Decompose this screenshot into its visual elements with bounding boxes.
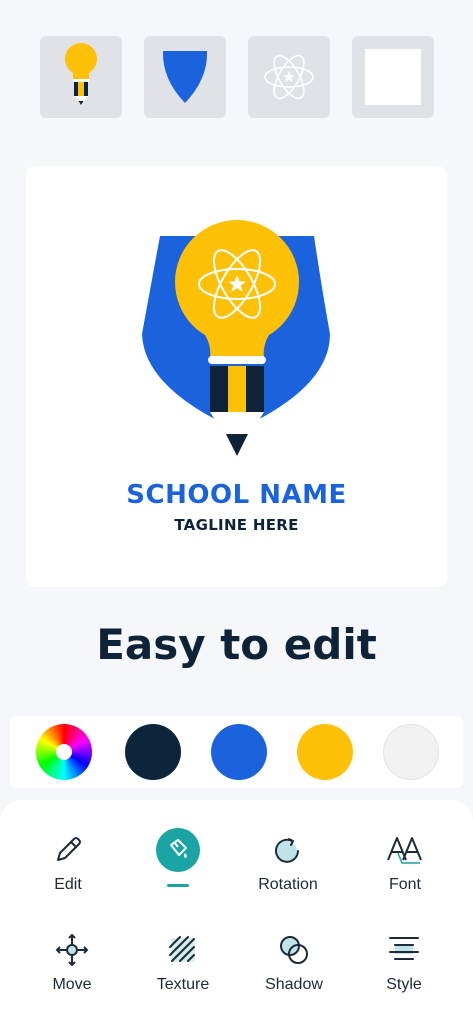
font-tool[interactable]: Font: [350, 830, 460, 894]
style-tool[interactable]: Style: [349, 930, 459, 994]
blank-square: [365, 49, 421, 105]
edit-label: Edit: [54, 876, 82, 893]
color-wheel[interactable]: [36, 724, 92, 780]
swatch-white[interactable]: [383, 724, 439, 780]
shadow-icon: [280, 936, 308, 964]
template-thumbnails: [40, 36, 434, 118]
swatch-navy[interactable]: [125, 724, 181, 780]
shield-thumb[interactable]: [144, 36, 226, 118]
edit-toolbar: Edit Rotation Font Move Texture Shadow S…: [0, 800, 473, 1024]
move-icon: [55, 933, 89, 967]
school-name-text[interactable]: SCHOOL NAME: [26, 480, 447, 510]
texture-label: Texture: [156, 976, 210, 993]
texture-tool[interactable]: Texture: [128, 930, 238, 994]
shadow-label: Shadow: [265, 976, 323, 993]
lightbulb-pencil-icon: [65, 43, 97, 105]
pencil-icon: [57, 837, 81, 861]
swatch-blue[interactable]: [211, 724, 267, 780]
atom-thumb[interactable]: [248, 36, 330, 118]
shadow-tool[interactable]: Shadow: [239, 930, 349, 994]
texture-icon: [169, 936, 195, 962]
lightbulb-pencil-thumb[interactable]: [40, 36, 122, 118]
edit-tool[interactable]: Edit: [13, 830, 123, 894]
move-tool[interactable]: Move: [17, 930, 127, 994]
rotation-label: Rotation: [258, 876, 318, 893]
rotation-icon: [275, 838, 299, 863]
active-indicator: [167, 884, 189, 887]
font-label: Font: [388, 876, 421, 893]
style-icon: [389, 937, 419, 960]
tagline-text[interactable]: TAGLINE HERE: [26, 516, 447, 534]
swatch-yellow[interactable]: [297, 724, 353, 780]
color-palette: [10, 716, 463, 788]
style-label: Style: [386, 976, 422, 993]
logo-canvas[interactable]: SCHOOL NAME TAGLINE HERE: [26, 166, 447, 587]
rotation-tool[interactable]: Rotation: [233, 830, 343, 894]
headline: Easy to edit: [96, 620, 377, 669]
shield-icon: [162, 51, 208, 103]
font-icon: [387, 837, 422, 864]
school-logo: [142, 220, 330, 456]
move-label: Move: [52, 976, 92, 993]
fill-tool[interactable]: [123, 828, 233, 887]
atom-icon: [264, 54, 314, 100]
blank-thumb[interactable]: [352, 36, 434, 118]
fill-bucket-icon: [156, 828, 200, 872]
